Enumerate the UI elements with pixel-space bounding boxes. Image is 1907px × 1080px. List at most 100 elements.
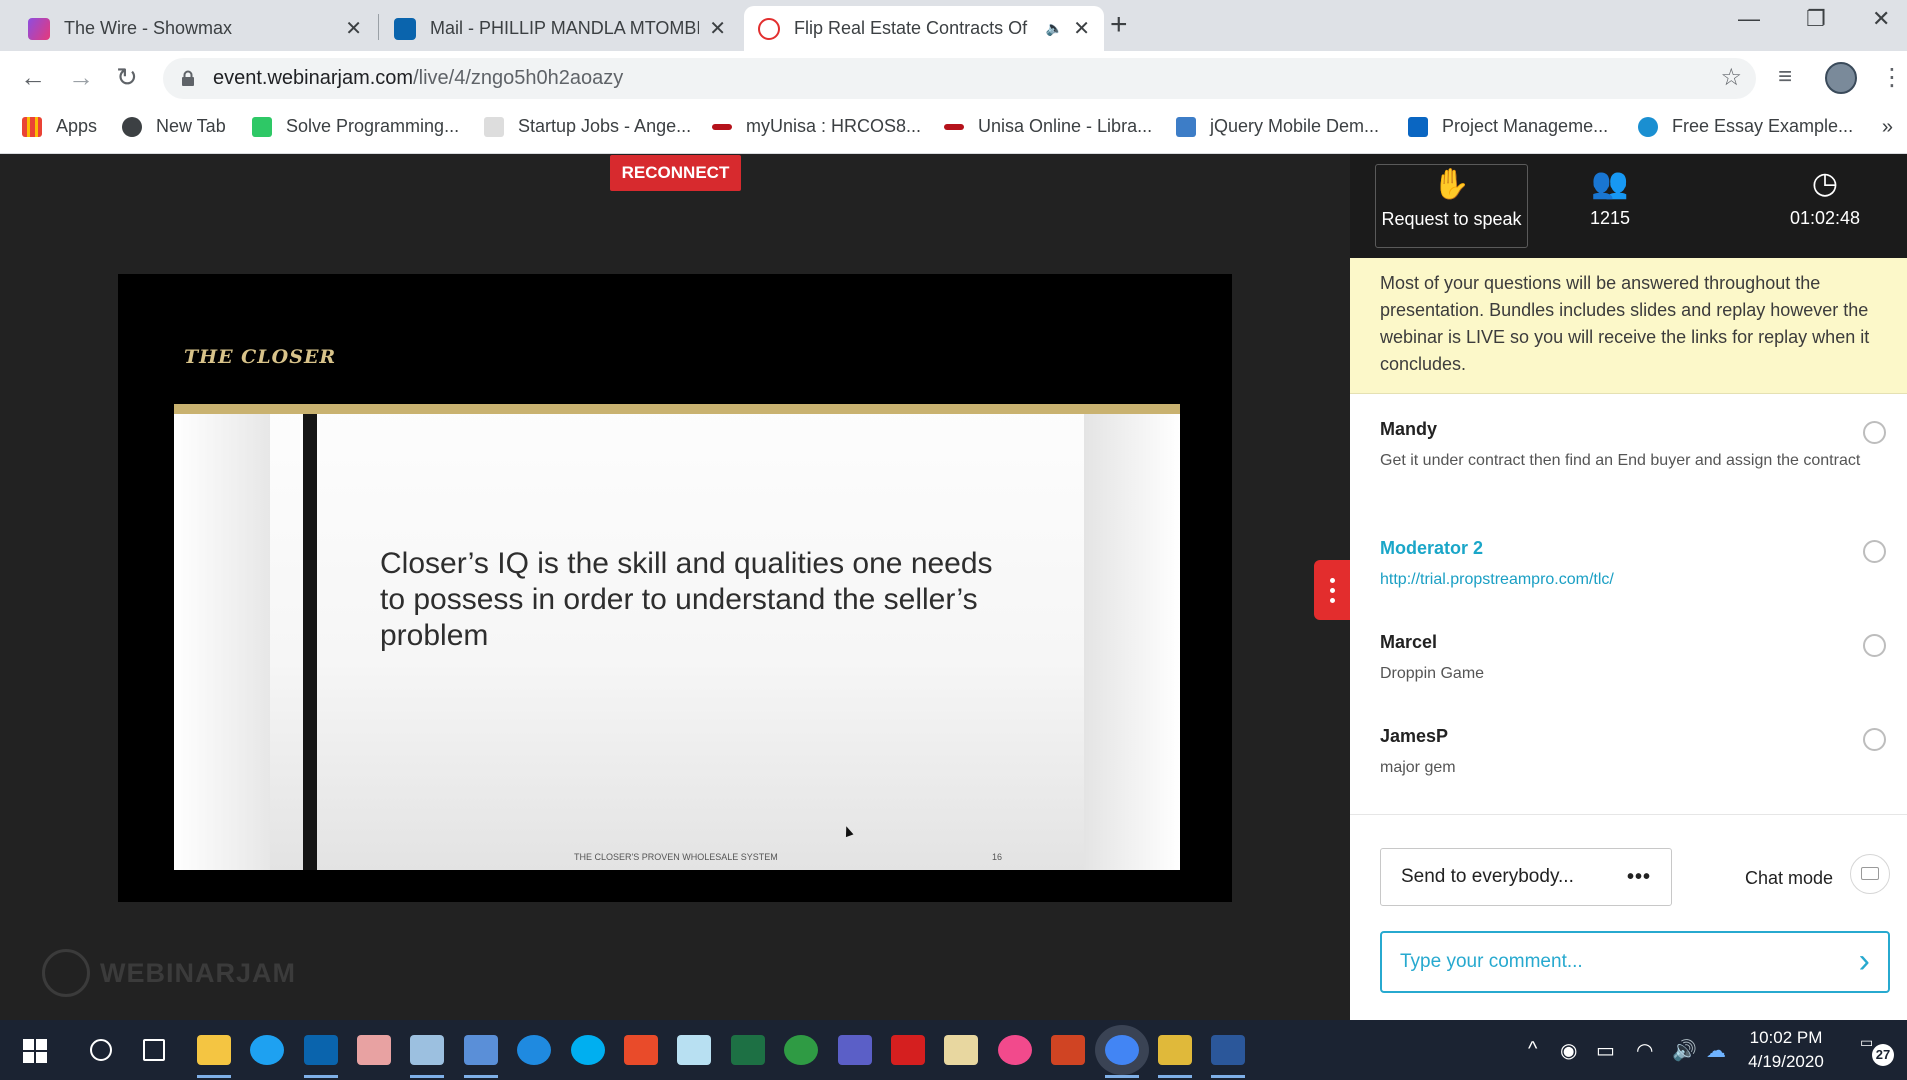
show-hidden-icons[interactable]: ^ — [1528, 1038, 1537, 1061]
close-tab-icon[interactable]: ✕ — [1073, 16, 1090, 41]
bookmark-new-tab[interactable]: New Tab — [122, 116, 226, 137]
slide-gold-bar — [174, 404, 1180, 414]
more-options-icon[interactable]: ••• — [1627, 866, 1651, 889]
windows-start-button[interactable] — [23, 1039, 47, 1063]
request-to-speak-button[interactable]: ✋ Request to speak — [1375, 164, 1528, 248]
new-tab-button[interactable]: + — [1110, 8, 1128, 42]
menu-icon[interactable]: ⋮ — [1880, 63, 1904, 92]
action-center-button[interactable]: ▭ 27 — [1860, 1034, 1894, 1066]
clock-date: 4/19/2020 — [1748, 1052, 1824, 1071]
bookmark-label: Unisa Online - Libra... — [978, 116, 1153, 136]
task-view-icon[interactable] — [143, 1039, 165, 1061]
send-to-dropdown[interactable]: Send to everybody... ••• — [1380, 848, 1672, 906]
back-button[interactable]: ← — [20, 62, 46, 93]
bookmark-free-essay[interactable]: Free Essay Example... — [1638, 116, 1853, 137]
powerpoint-icon[interactable] — [1051, 1035, 1085, 1065]
word-icon[interactable] — [1211, 1035, 1245, 1078]
network-tool-icon[interactable] — [464, 1035, 498, 1078]
chat-mode-toggle[interactable] — [1850, 854, 1890, 894]
tab-webinar[interactable]: Flip Real Estate Contracts Of 🔈 ✕ — [744, 6, 1104, 51]
message-author: Mandy — [1380, 419, 1438, 439]
send-to-label: Send to everybody... — [1401, 866, 1574, 887]
outlook-icon — [394, 17, 416, 40]
unisa-icon — [712, 123, 732, 130]
search-icon[interactable] — [90, 1039, 112, 1061]
comment-input[interactable] — [1400, 947, 1820, 977]
browser-toolbar: ← → ↻ event.webinarjam.com/live/4/zngo5h… — [0, 51, 1907, 106]
clock-icon: ◷ — [1811, 167, 1839, 200]
attendee-count: 👥 1215 — [1535, 164, 1685, 248]
message-select-radio[interactable] — [1863, 728, 1886, 751]
message-text: Get it under contract then find an End b… — [1380, 452, 1861, 469]
chrome-icon[interactable] — [1105, 1035, 1139, 1078]
wifi-icon[interactable]: ◠ — [1636, 1038, 1653, 1063]
bookmark-angellist[interactable]: Startup Jobs - Ange... — [484, 116, 691, 137]
comment-box[interactable]: › — [1380, 931, 1890, 993]
message-text: major gem — [1380, 759, 1456, 776]
minimize-button[interactable]: — — [1738, 6, 1760, 32]
paint-icon[interactable] — [357, 1035, 391, 1065]
itunes-icon[interactable] — [998, 1035, 1032, 1065]
edge-icon[interactable] — [517, 1035, 551, 1065]
system-clock[interactable]: 10:02 PM 4/19/2020 — [1736, 1026, 1836, 1074]
message-link[interactable]: http://trial.propstreampro.com/tlc/ — [1380, 567, 1880, 592]
outlook-icon[interactable] — [304, 1035, 338, 1078]
acrobat-icon[interactable] — [891, 1035, 925, 1065]
onedrive-icon[interactable]: ☁ — [1706, 1038, 1726, 1063]
url-text[interactable]: event.webinarjam.com/live/4/zngo5h0h2aoa… — [213, 67, 623, 90]
network-globe-icon[interactable]: ◉ — [1560, 1038, 1577, 1063]
bookmark-hackerrank[interactable]: Solve Programming... — [252, 116, 459, 137]
media-control-icon[interactable]: ≡ — [1778, 63, 1792, 91]
internet-explorer-icon[interactable] — [250, 1035, 284, 1065]
bookmark-linkedin[interactable]: Project Manageme... — [1408, 116, 1608, 137]
bookmark-label: Apps — [56, 116, 98, 136]
message-text: Droppin Game — [1380, 665, 1485, 682]
editor-app-icon[interactable] — [944, 1035, 978, 1065]
panel-toggle-button[interactable] — [1314, 560, 1350, 620]
excel-icon[interactable] — [731, 1035, 765, 1065]
bookmark-apps[interactable]: Apps — [22, 116, 97, 137]
xbox-icon[interactable] — [784, 1035, 818, 1065]
chat-message: Mandy Get it under contract then find an… — [1380, 419, 1886, 473]
message-select-radio[interactable] — [1863, 421, 1886, 444]
send-arrow-icon[interactable]: › — [1859, 943, 1870, 979]
skype-icon[interactable] — [571, 1035, 605, 1065]
close-tab-icon[interactable]: ✕ — [345, 16, 362, 41]
close-window-button[interactable]: ✕ — [1872, 6, 1890, 32]
request-label: Request to speak — [1381, 209, 1522, 229]
forward-button[interactable]: → — [68, 62, 94, 93]
bookmark-jquery-mobile[interactable]: jQuery Mobile Dem... — [1176, 116, 1379, 137]
file-explorer-icon[interactable] — [197, 1035, 231, 1078]
battery-icon[interactable]: ▭ — [1596, 1038, 1615, 1063]
address-bar[interactable]: event.webinarjam.com/live/4/zngo5h0h2aoa… — [163, 58, 1756, 99]
tab-mail[interactable]: Mail - PHILLIP MANDLA MTOMBE ✕ — [380, 6, 740, 51]
tab-showmax[interactable]: The Wire - Showmax ✕ — [14, 6, 376, 51]
teams-icon[interactable] — [838, 1035, 872, 1065]
bookmark-unisa-library[interactable]: Unisa Online - Libra... — [944, 116, 1152, 137]
closer-logo: THE CLOSER — [184, 346, 337, 368]
slide-right-band — [1084, 414, 1180, 870]
apps-grid-icon — [22, 116, 42, 137]
message-select-radio[interactable] — [1863, 540, 1886, 563]
windows-app-icon[interactable] — [624, 1035, 658, 1065]
message-select-radio[interactable] — [1863, 634, 1886, 657]
performance-monitor-icon[interactable] — [410, 1035, 444, 1078]
slide-left-band — [174, 414, 270, 870]
reload-button[interactable]: ↻ — [116, 62, 138, 93]
bookmark-myunisa[interactable]: myUnisa : HRCOS8... — [712, 116, 921, 137]
chat-panel: ✋ Request to speak 👥 1215 ◷ 01:02:48 Mos… — [1350, 154, 1907, 1020]
notes-app-icon[interactable] — [677, 1035, 711, 1065]
more-bookmarks-icon[interactable]: » — [1882, 116, 1893, 139]
close-tab-icon[interactable]: ✕ — [709, 16, 726, 41]
speaker-icon[interactable]: 🔈 — [1046, 20, 1063, 37]
reconnect-button[interactable]: RECONNECT — [610, 155, 741, 191]
restore-button[interactable]: ❐ — [1806, 6, 1826, 32]
profile-avatar[interactable] — [1825, 62, 1857, 94]
volume-icon[interactable]: 🔊 — [1672, 1038, 1697, 1063]
bookmark-label: New Tab — [156, 116, 226, 136]
bookmark-label: Free Essay Example... — [1672, 116, 1854, 136]
archive-app-icon[interactable] — [1158, 1035, 1192, 1078]
url-path: /live/4/zngo5h0h2aoazy — [413, 67, 624, 89]
chat-mode-label: Chat mode — [1745, 868, 1834, 888]
bookmark-star-icon[interactable]: ☆ — [1720, 63, 1742, 92]
